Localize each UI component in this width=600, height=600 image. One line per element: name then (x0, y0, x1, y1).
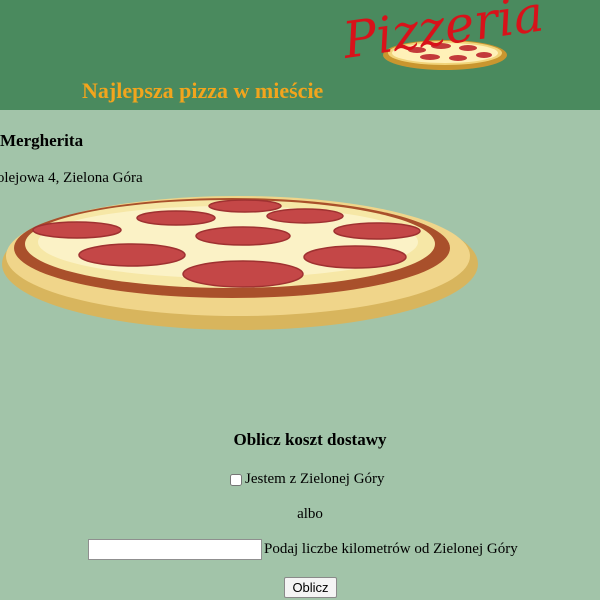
distance-km-input[interactable] (88, 539, 262, 560)
local-resident-checkbox[interactable] (230, 473, 242, 486)
main-content: Mergherita Kolejowa 4, Zielona Góra Obli… (0, 110, 600, 600)
pizzeria-address: Kolejowa 4, Zielona Góra (0, 170, 143, 186)
local-resident-option[interactable]: Jestem z Zielonej Góry (230, 471, 385, 488)
distance-km-label: Podaj liczbe kilometrów od Zielonej Góry (264, 541, 518, 557)
pizza-image (0, 186, 500, 336)
pizzeria-logo: Pizzeria (345, 0, 545, 76)
calculate-button[interactable]: Oblicz (284, 577, 337, 598)
pizzeria-name: Mergherita (0, 131, 84, 150)
delivery-title: Oblicz koszt dostawy (233, 430, 387, 449)
or-separator: albo (297, 506, 323, 522)
local-resident-label: Jestem z Zielonej Góry (245, 471, 385, 487)
distance-row: Podaj liczbe kilometrów od Zielonej Góry (88, 539, 518, 560)
site-tagline: Najlepsza pizza w mieście (82, 78, 324, 103)
site-header: Pizzeria Najlepsza pizza w mieście (0, 0, 600, 110)
